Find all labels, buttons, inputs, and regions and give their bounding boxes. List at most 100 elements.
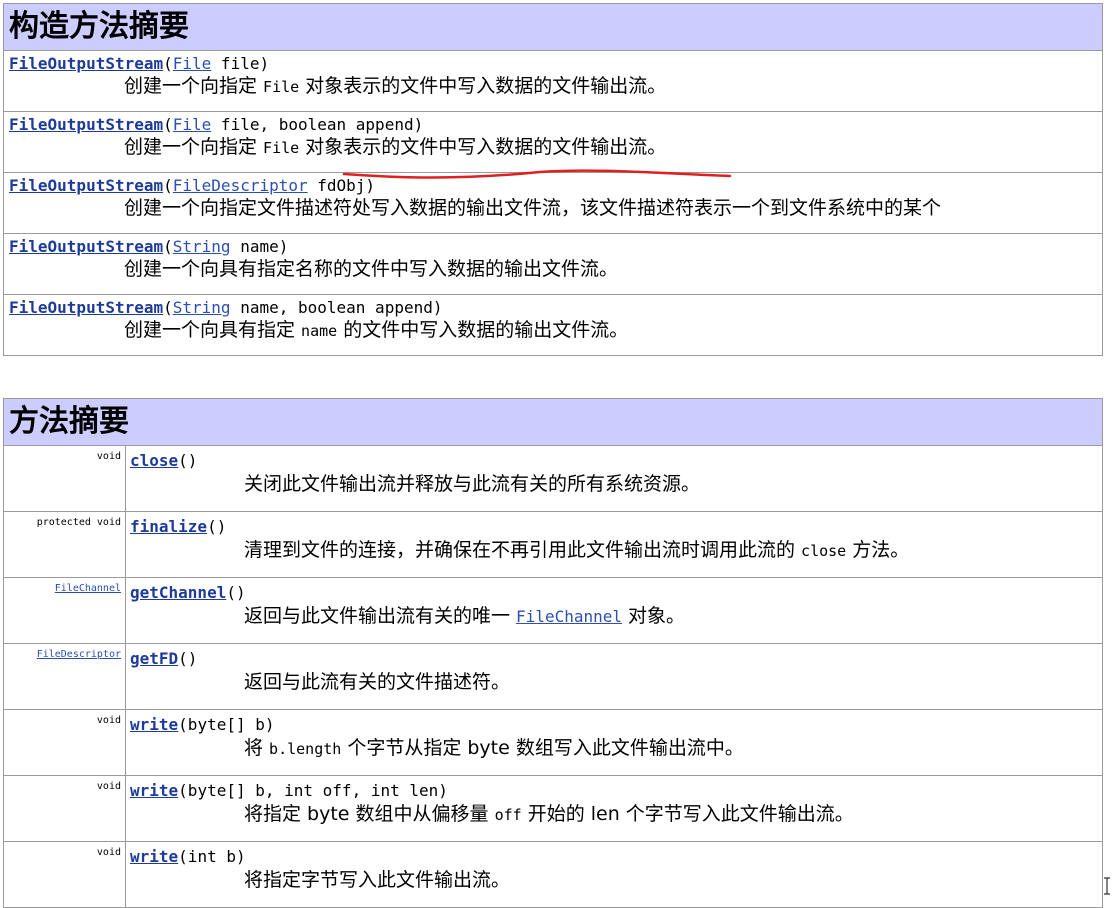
method-modifier: void	[96, 781, 121, 792]
constructor-description: 创建一个向指定文件描述符处写入数据的输出文件流，该文件描述符表示一个到文件系统中…	[4, 195, 1102, 221]
constructor-summary-title: 构造方法摘要	[3, 3, 1103, 51]
method-name-link[interactable]: getChannel	[130, 583, 226, 602]
method-signature: getChannel()	[126, 578, 1102, 602]
constructor-description: 创建一个向具有指定名称的文件中写入数据的输出文件流。	[4, 256, 1102, 282]
method-description: 返回与此文件输出流有关的唯一 FileChannel 对象。	[126, 602, 1102, 629]
method-cell: write(byte[] b, int off, int len) 将指定 byt…	[125, 775, 1103, 842]
constructor-signature: FileOutputStream(File file, boolean appe…	[4, 112, 1102, 134]
method-name-link[interactable]: write	[130, 781, 178, 800]
constructor-description: 创建一个向指定 File 对象表示的文件中写入数据的文件输出流。	[4, 134, 1102, 160]
description-text: 将指定字节写入此文件输出流。	[244, 869, 511, 891]
method-name-link[interactable]: finalize	[130, 517, 207, 536]
description-text: 的文件中写入数据的输出文件流。	[337, 319, 629, 341]
method-row: FileDescriptor getFD() 返回与此流有关的文件描述符。	[3, 643, 1103, 710]
constructor-row: FileOutputStream(File file) 创建一个向指定 File …	[3, 50, 1103, 112]
constructor-name-link[interactable]: FileOutputStream	[9, 176, 163, 195]
method-modifier-cell: FileDescriptor	[3, 643, 126, 710]
param-type-link[interactable]: File	[173, 115, 212, 134]
method-modifier-cell: void	[3, 445, 126, 512]
method-description: 返回与此流有关的文件描述符。	[126, 668, 1102, 695]
method-signature: write(byte[] b)	[126, 710, 1102, 734]
description-type-link[interactable]: FileChannel	[516, 607, 622, 626]
method-description: 关闭此文件输出流并释放与此流有关的所有系统资源。	[126, 470, 1102, 497]
method-cell: getFD() 返回与此流有关的文件描述符。	[125, 643, 1103, 710]
return-type-link[interactable]: FileDescriptor	[37, 649, 121, 660]
description-text: 关闭此文件输出流并释放与此流有关的所有系统资源。	[244, 473, 701, 495]
method-modifier: void	[96, 847, 121, 858]
constructor-cell: FileOutputStream(String name, boolean ap…	[3, 294, 1103, 356]
text-cursor-icon	[1104, 877, 1110, 895]
method-modifier: void	[96, 715, 121, 726]
description-text: 清理到文件的连接，并确保在不再引用此文件输出流时调用此流的	[244, 539, 802, 561]
description-code: File	[263, 78, 300, 96]
paren-open: (	[163, 176, 173, 195]
return-type-link[interactable]: FileChannel	[55, 583, 121, 594]
method-name-link[interactable]: write	[130, 715, 178, 734]
constructor-cell: FileOutputStream(String name) 创建一个向具有指定名称…	[3, 233, 1103, 295]
method-name-link[interactable]: write	[130, 847, 178, 866]
constructor-row: FileOutputStream(String name, boolean ap…	[3, 294, 1103, 356]
constructor-name-link[interactable]: FileOutputStream	[9, 115, 163, 134]
constructor-params: file, boolean append)	[211, 115, 424, 134]
constructor-name-link[interactable]: FileOutputStream	[9, 237, 163, 256]
method-row: protected void finalize() 清理到文件的连接，并确保在不再引…	[3, 511, 1103, 578]
description-text: 对象。	[622, 605, 686, 627]
method-row: void write(byte[] b, int off, int len) 将指定…	[3, 775, 1103, 842]
constructor-signature: FileOutputStream(File file)	[4, 51, 1102, 73]
description-text: 方法。	[846, 539, 910, 561]
paren-open: (	[163, 54, 173, 73]
description-code: name	[301, 322, 338, 340]
param-type-link[interactable]: File	[173, 54, 212, 73]
red-underline-annotation	[342, 169, 732, 179]
param-type-link[interactable]: FileDescriptor	[173, 176, 308, 195]
description-text: 创建一个向具有指定名称的文件中写入数据的输出文件流。	[124, 258, 619, 280]
method-description: 将指定字节写入此文件输出流。	[126, 866, 1102, 893]
description-text: 开始的 len 个字节写入此文件输出流。	[521, 803, 854, 825]
method-modifier: protected void	[36, 517, 121, 528]
description-code: b.length	[269, 740, 342, 758]
constructor-signature: FileOutputStream(String name, boolean ap…	[4, 295, 1102, 317]
method-params: ()	[178, 451, 198, 470]
method-modifier-cell: FileChannel	[3, 577, 126, 644]
constructor-name-link[interactable]: FileOutputStream	[9, 54, 163, 73]
description-text: 创建一个向指定	[124, 75, 264, 97]
description-text: 创建一个向具有指定	[124, 319, 302, 341]
method-params: (byte[] b)	[178, 715, 275, 734]
constructor-params: file)	[211, 54, 270, 73]
description-text: 个字节从指定 byte 数组写入此文件输出流中。	[341, 737, 744, 759]
method-modifier: void	[96, 451, 121, 462]
paren-open: (	[163, 115, 173, 134]
param-type-link[interactable]: String	[173, 237, 231, 256]
method-summary-table: 方法摘要 void close() 关闭此文件输出流并释放与此流有关的所有系统资源。…	[3, 398, 1103, 908]
method-modifier-cell: void	[3, 709, 126, 776]
method-name-link[interactable]: getFD	[130, 649, 178, 668]
constructor-signature: FileOutputStream(String name)	[4, 234, 1102, 256]
method-params: (int b)	[178, 847, 246, 866]
method-signature: write(byte[] b, int off, int len)	[126, 776, 1102, 800]
constructor-description: 创建一个向指定 File 对象表示的文件中写入数据的文件输出流。	[4, 73, 1102, 99]
constructor-params: name)	[230, 237, 289, 256]
param-type-link[interactable]: String	[173, 298, 231, 317]
method-description: 清理到文件的连接，并确保在不再引用此文件输出流时调用此流的 close 方法。	[126, 536, 1102, 563]
method-cell: close() 关闭此文件输出流并释放与此流有关的所有系统资源。	[125, 445, 1103, 512]
paren-open: (	[163, 237, 173, 256]
method-cell: finalize() 清理到文件的连接，并确保在不再引用此文件输出流时调用此流的 …	[125, 511, 1103, 578]
description-text: 返回与此流有关的文件描述符。	[244, 671, 511, 693]
description-text: 对象表示的文件中写入数据的文件输出流。	[299, 75, 667, 97]
method-row: FileChannel getChannel() 返回与此文件输出流有关的唯一 Fi…	[3, 577, 1103, 644]
method-signature: close()	[126, 446, 1102, 470]
constructor-name-link[interactable]: FileOutputStream	[9, 298, 163, 317]
constructor-params: name, boolean append)	[230, 298, 443, 317]
method-row: void close() 关闭此文件输出流并释放与此流有关的所有系统资源。	[3, 445, 1103, 512]
paren-open: (	[163, 298, 173, 317]
method-name-link[interactable]: close	[130, 451, 178, 470]
method-cell: write(byte[] b) 将 b.length 个字节从指定 byte 数组…	[125, 709, 1103, 776]
description-text: 对象表示的文件中写入数据的文件输出流。	[299, 136, 667, 158]
method-params: ()	[178, 649, 198, 668]
constructor-description: 创建一个向具有指定 name 的文件中写入数据的输出文件流。	[4, 317, 1102, 343]
method-row: void write(byte[] b) 将 b.length 个字节从指定 byt…	[3, 709, 1103, 776]
method-modifier-cell: protected void	[3, 511, 126, 578]
method-signature: getFD()	[126, 644, 1102, 668]
description-text: 返回与此文件输出流有关的唯一	[244, 605, 517, 627]
method-signature: finalize()	[126, 512, 1102, 536]
